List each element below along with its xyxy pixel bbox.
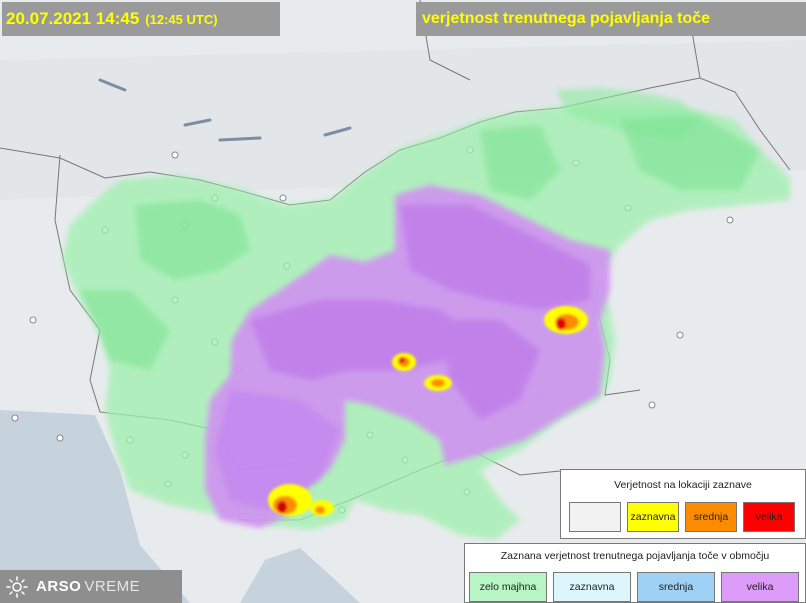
legend-location-swatch-velika: velika [743, 502, 795, 532]
legend-location: Verjetnost na lokaciji zaznave zaznavna … [560, 469, 806, 539]
legend-area: Zaznana verjetnost trenutnega pojavljanj… [464, 543, 806, 603]
logo-text-arso: ARSO [36, 578, 82, 595]
legend-area-swatch-srednja: srednja [637, 572, 715, 602]
logo-text-vreme: VREME [84, 578, 141, 595]
arso-logo[interactable]: ARSO VREME [0, 570, 182, 603]
map-title: verjetnost trenutnega pojavljanja toče [416, 2, 806, 36]
timestamp-date: 20.07.2021 14:45 [6, 9, 140, 28]
legend-area-swatch-zaznavna: zaznavna [553, 572, 631, 602]
legend-area-swatch-zelo-majhna: zelo majhna [469, 572, 547, 602]
legend-area-swatch-velika: velika [721, 572, 799, 602]
legend-location-swatch-srednja: srednja [685, 502, 737, 532]
legend-location-swatch-none [569, 502, 621, 532]
sun-icon [6, 575, 28, 598]
map-title-text: verjetnost trenutnega pojavljanja toče [422, 10, 711, 27]
legend-location-swatch-zaznavna: zaznavna [627, 502, 679, 532]
legend-location-title: Verjetnost na lokaciji zaznave [614, 479, 752, 491]
timestamp-box: 20.07.2021 14:45 (12:45 UTC) [2, 2, 280, 36]
legend-area-title: Zaznana verjetnost trenutnega pojavljanj… [500, 550, 770, 562]
timestamp-utc: (12:45 UTC) [145, 11, 218, 27]
